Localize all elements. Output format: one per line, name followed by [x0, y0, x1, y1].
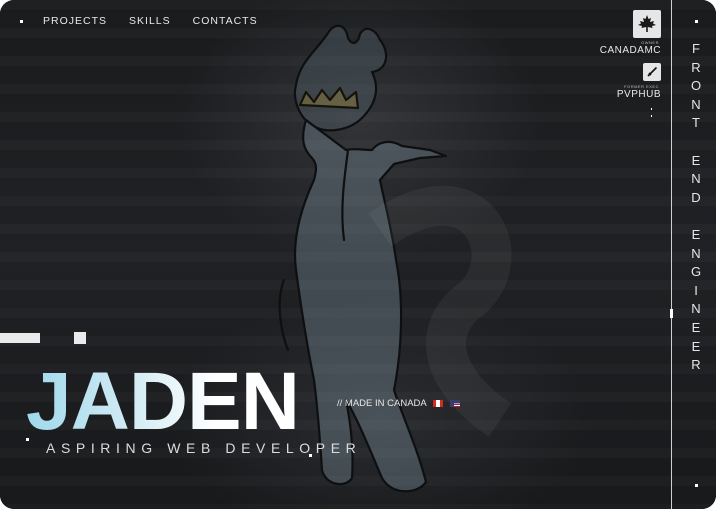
canadamc-badge[interactable] — [633, 10, 661, 38]
hero-subtitle: ASPIRING WEB DEVELOPER — [46, 440, 362, 456]
side-title-letter: G — [690, 264, 702, 280]
page-frame: PROJECTS SKILLS CONTACTS OWNER CANADAMC … — [0, 0, 716, 509]
decorative-bar — [0, 333, 40, 343]
side-title-letter: F — [692, 41, 700, 56]
side-title-letter: N — [691, 171, 701, 187]
corner-dot — [695, 20, 698, 23]
side-title-letter: T — [692, 115, 700, 131]
side-title-letter: I — [694, 282, 698, 298]
side-title-letter: N — [691, 301, 701, 317]
vertical-divider — [671, 0, 672, 509]
side-title-letter: E — [691, 319, 701, 335]
side-title-letter: E — [691, 338, 701, 354]
nav-contacts-link[interactable]: CONTACTS — [193, 15, 258, 27]
nav-projects-link[interactable]: PROJECTS — [43, 15, 107, 27]
side-title-letter: E — [691, 226, 701, 242]
scroll-indicator[interactable] — [670, 309, 673, 318]
usa-flag-icon — [449, 399, 460, 407]
side-title-letter: D — [691, 189, 701, 205]
side-title-letter: O — [690, 78, 702, 94]
hero-name: JADEN — [26, 356, 300, 447]
side-title-letter: N — [691, 96, 701, 112]
decorative-square — [74, 332, 86, 344]
scroll-dot — [651, 108, 652, 110]
top-nav: PROJECTS SKILLS CONTACTS — [43, 15, 258, 27]
side-title-letter: N — [691, 245, 701, 261]
side-title-letter: R — [691, 59, 701, 75]
made-in-text: // MADE IN CANADA — [337, 398, 427, 409]
nav-skills-link[interactable]: SKILLS — [129, 15, 171, 27]
maple-leaf-icon — [638, 15, 656, 32]
pvphub-badge[interactable] — [643, 63, 661, 81]
badge-name-pvphub: PVPHUB — [616, 89, 661, 100]
sword-icon — [647, 66, 658, 77]
made-in-canada: // MADE IN CANADA — [337, 398, 460, 409]
corner-dot — [695, 484, 698, 487]
hero-dot — [26, 438, 29, 441]
scroll-dot — [651, 115, 652, 117]
badge-name-canadamc: CANADAMC — [599, 45, 661, 56]
side-title-letter: E — [691, 152, 701, 168]
nav-dot — [20, 20, 23, 23]
side-title-letter: R — [691, 357, 701, 373]
canada-flag-icon — [432, 399, 443, 407]
side-title-front-end-engineer: F R O N T E N D E N G I N E E R — [688, 40, 704, 375]
hero-dot — [309, 454, 312, 457]
